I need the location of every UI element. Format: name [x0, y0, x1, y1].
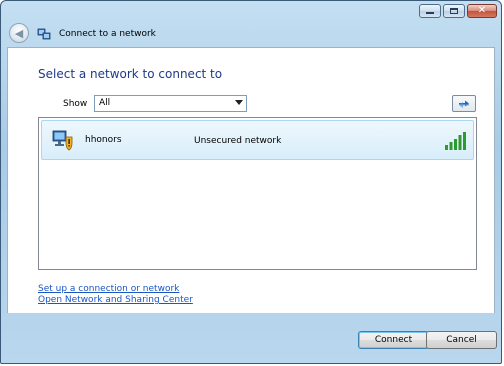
refresh-icon: [459, 100, 469, 108]
back-button[interactable]: ◀: [9, 23, 29, 43]
show-label: Show: [63, 99, 88, 109]
minimize-icon: [426, 12, 434, 14]
network-list-item[interactable]: hhonors Unsecured network: [41, 120, 474, 160]
dialog-window: ✕ ◀ Connect to a network Select a networ…: [0, 0, 502, 364]
signal-bar: [463, 132, 466, 150]
close-icon: ✕: [477, 5, 487, 16]
network-sharing-center-link[interactable]: Open Network and Sharing Center: [38, 295, 193, 306]
signal-bar: [454, 139, 457, 150]
show-filter-value: All: [99, 98, 111, 108]
caption-buttons: ✕: [419, 4, 497, 18]
setup-connection-link[interactable]: Set up a connection or network: [38, 284, 193, 295]
maximize-button[interactable]: [443, 4, 465, 18]
network-name: hhonors: [85, 135, 122, 145]
title-bar[interactable]: ✕: [1, 1, 501, 21]
network-list[interactable]: hhonors Unsecured network: [38, 117, 477, 270]
maximize-icon: [450, 8, 458, 14]
cancel-button[interactable]: Cancel: [426, 331, 497, 349]
signal-bar: [449, 142, 453, 150]
minimize-button[interactable]: [419, 4, 441, 18]
links-section: Set up a connection or network Open Netw…: [38, 284, 193, 306]
chevron-down-icon: [235, 100, 243, 105]
signal-strength-icon: [445, 132, 466, 150]
close-button[interactable]: ✕: [467, 4, 497, 18]
refresh-button[interactable]: [452, 95, 476, 112]
signal-bar: [458, 135, 462, 150]
unsecured-network-icon: [52, 130, 73, 151]
network-connect-icon: [37, 28, 51, 40]
main-instruction: Select a network to connect to: [38, 67, 223, 81]
header-bar: ◀ Connect to a network: [7, 21, 495, 47]
show-filter-dropdown[interactable]: All: [94, 95, 247, 112]
window-title: Connect to a network: [59, 29, 156, 39]
back-arrow-icon: ◀: [14, 26, 24, 40]
signal-bar: [445, 145, 448, 150]
dialog-footer: Connect Cancel: [7, 313, 497, 359]
connect-button[interactable]: Connect: [358, 331, 429, 349]
dialog-content: Select a network to connect to Show All: [7, 47, 495, 313]
network-security: Unsecured network: [194, 136, 282, 146]
